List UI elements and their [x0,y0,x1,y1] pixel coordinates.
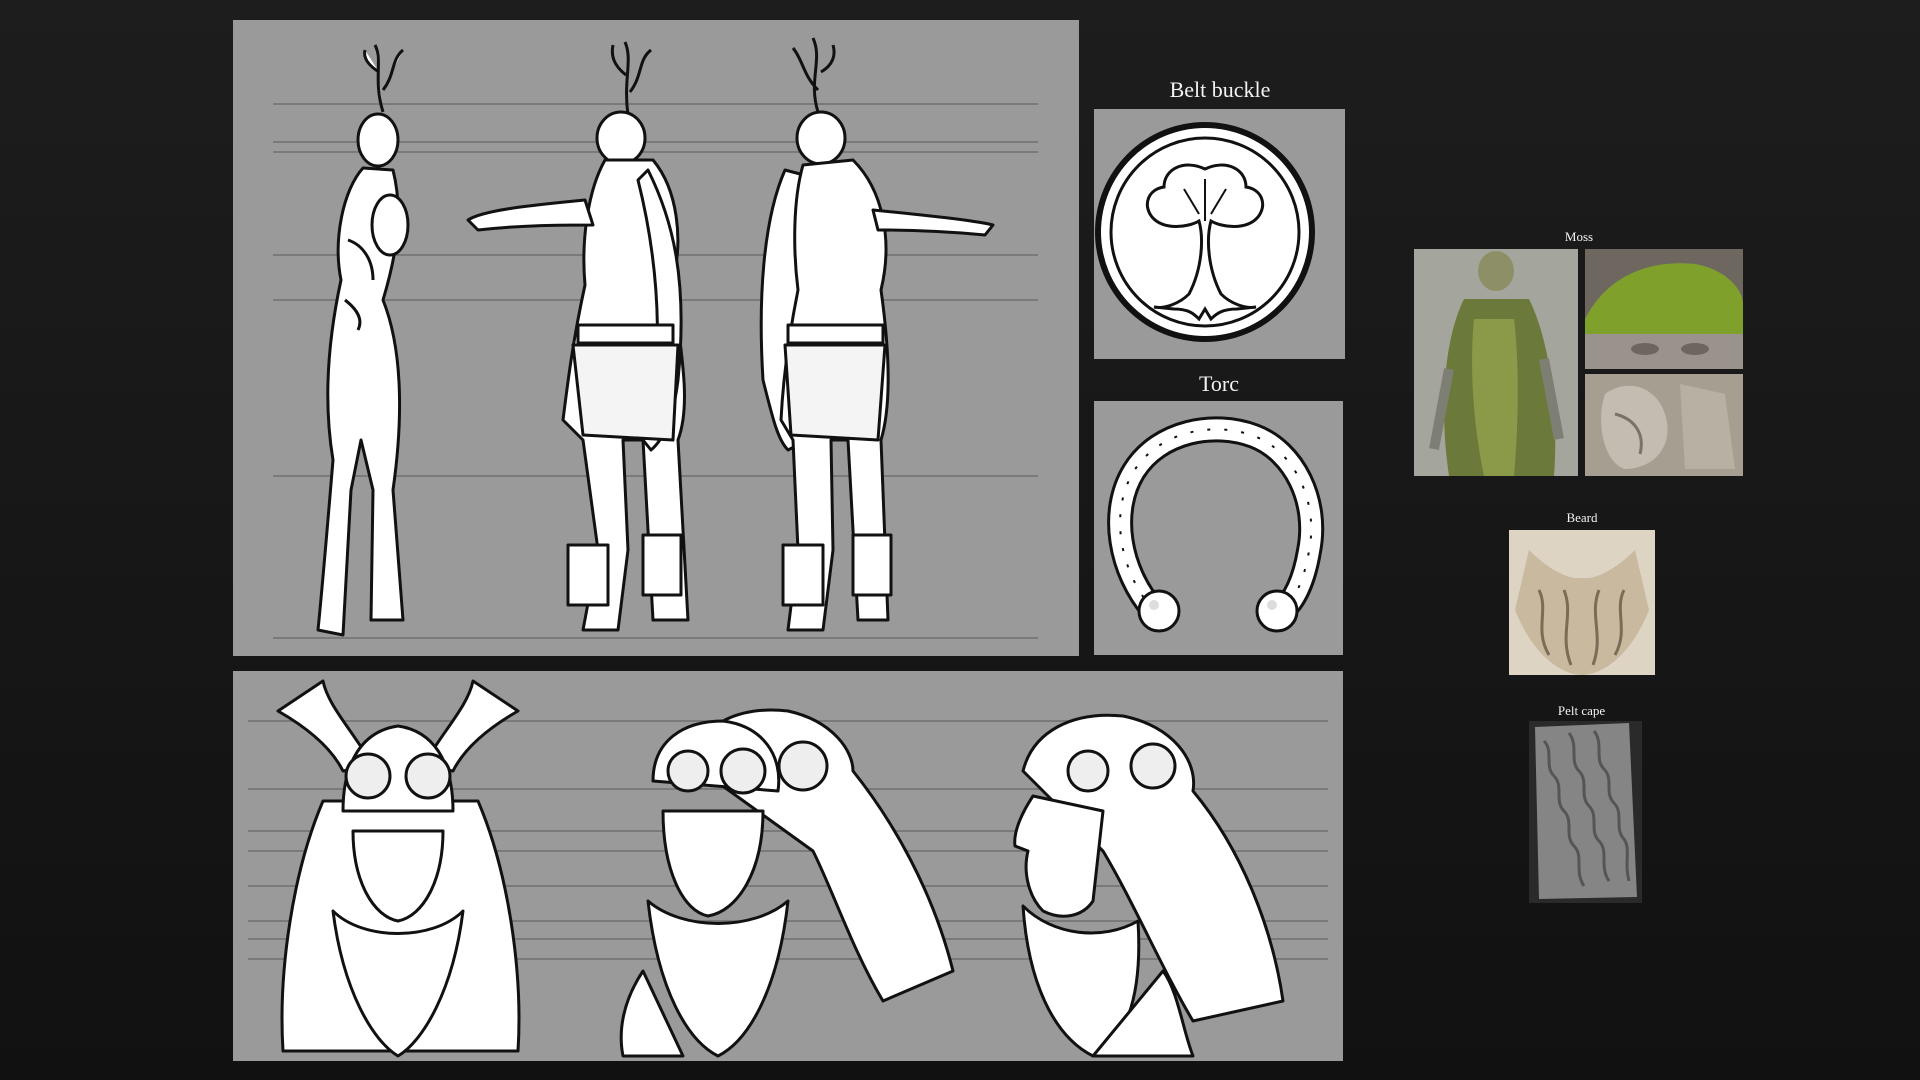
beard-reference-photo [1509,530,1655,675]
head-front-view [276,679,521,1058]
belt-buckle-panel [1094,109,1345,359]
body-turnaround-art [273,37,1038,639]
moss-statue-photo [1414,249,1578,476]
belt-buckle-title: Belt buckle [1169,77,1271,102]
head-profile-view [1013,713,1285,1058]
figure-back-view [759,37,995,632]
torc-panel [1094,401,1343,655]
tree-emblem-icon [1095,122,1315,342]
pelt-cape-photo [1529,721,1642,903]
torc-title: Torc [1199,371,1239,396]
moss-rock-photo [1585,249,1743,369]
beard-label: Beard [1566,510,1598,525]
twisted-torc-icon [1107,416,1325,633]
moss-label: Moss [1564,229,1594,244]
head-turnaround-panel [233,671,1343,1061]
head-three-quarter-view [619,708,955,1058]
pelt-cape-label: Pelt cape [1557,703,1606,718]
body-turnaround-panel [233,20,1079,656]
moss-carving-photo [1585,374,1743,476]
head-turnaround-art [248,679,1328,1058]
figure-side-view [316,44,410,637]
figure-three-quarter-view [466,41,690,632]
